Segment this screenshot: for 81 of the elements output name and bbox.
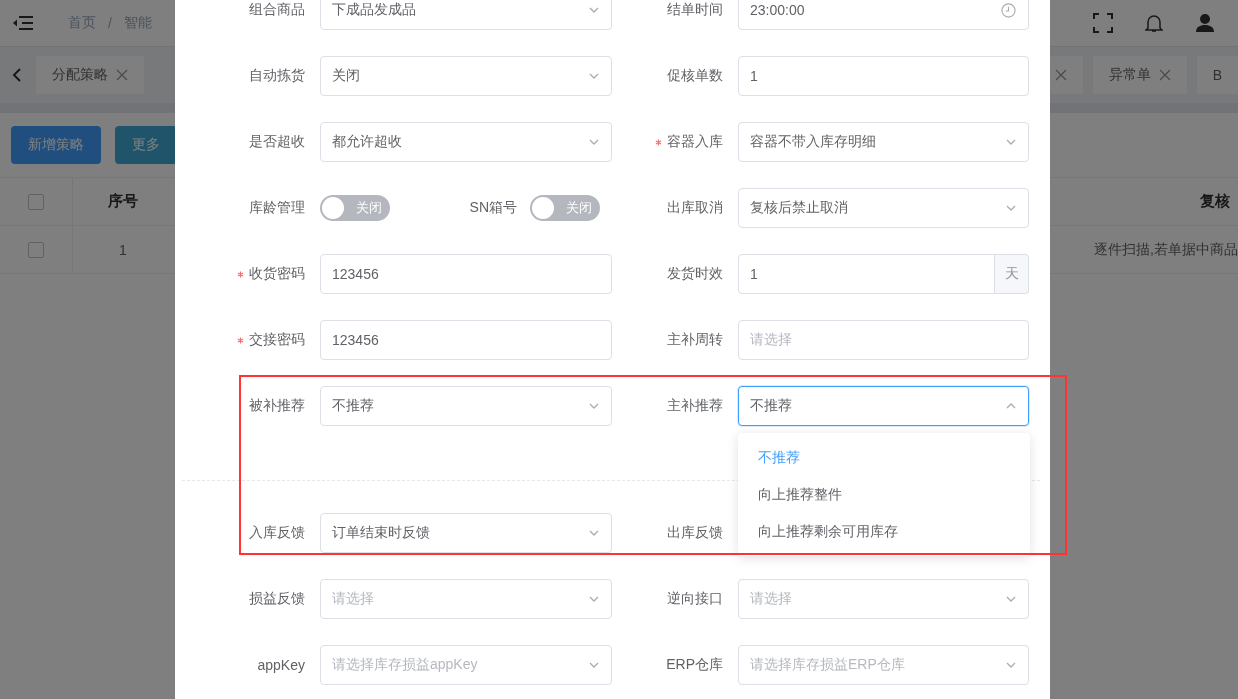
field-label: appKey: [257, 657, 305, 673]
caret-icon: [1006, 139, 1016, 145]
field-label: 是否超收: [249, 133, 305, 151]
breadcrumb-item[interactable]: /: [108, 15, 112, 31]
field-label: 自动拣货: [249, 67, 305, 85]
select-field[interactable]: 请选择库存损益appKey: [320, 645, 612, 685]
input-field[interactable]: 123456: [320, 254, 612, 294]
field-label: SN箱号: [469, 199, 517, 217]
field-label: 结单时间: [667, 1, 723, 19]
caret-icon: [1006, 596, 1016, 602]
required-icon: [237, 336, 244, 344]
column-header: 复核: [1200, 192, 1230, 211]
field-label: 出库取消: [667, 199, 723, 217]
select-field[interactable]: 复核后禁止取消: [738, 188, 1029, 228]
page-tab[interactable]: B: [1196, 56, 1238, 94]
table-cell: 1: [119, 241, 127, 258]
field-label: 损益反馈: [249, 590, 305, 608]
checkbox[interactable]: [28, 193, 44, 210]
user-icon[interactable]: [1195, 13, 1215, 33]
select-field[interactable]: 下成品发成品: [320, 0, 612, 30]
field-label: ERP仓库: [666, 656, 723, 674]
fullscreen-icon[interactable]: [1093, 13, 1113, 33]
field-label: 促核单数: [667, 67, 723, 85]
caret-icon: [589, 530, 599, 536]
close-icon[interactable]: [116, 69, 128, 81]
caret-icon: [589, 662, 599, 668]
field-label: 出库反馈: [667, 524, 723, 542]
field-label: 逆向接口: [667, 590, 723, 608]
field-label: 交接密码: [249, 331, 305, 349]
input-field[interactable]: 请选择: [738, 320, 1029, 360]
page-tab[interactable]: 分配策略: [36, 56, 144, 94]
select-field[interactable]: 订单结束时反馈: [320, 513, 612, 553]
menu-icon[interactable]: [12, 15, 34, 31]
select-field[interactable]: 都允许超收: [320, 122, 612, 162]
close-icon[interactable]: [1054, 69, 1067, 81]
unit-addon: 天: [995, 254, 1029, 294]
caret-icon: [1006, 403, 1016, 409]
caret-icon: [1006, 662, 1016, 668]
field-label: 发货时效: [667, 265, 723, 283]
dropdown-option[interactable]: 向上推荐剩余可用库存: [738, 513, 1030, 550]
close-icon[interactable]: [1158, 69, 1171, 81]
caret-icon: [1006, 205, 1016, 211]
field-label: 收货密码: [249, 265, 305, 283]
field-label: 被补推荐: [249, 397, 305, 415]
select-field[interactable]: 关闭: [320, 56, 612, 96]
select-field[interactable]: 请选择: [738, 579, 1029, 619]
checkbox[interactable]: [28, 241, 44, 258]
time-field[interactable]: 23:00:00: [738, 0, 1029, 30]
select-field[interactable]: 不推荐: [320, 386, 612, 426]
required-icon: [655, 138, 662, 146]
field-label: 入库反馈: [249, 524, 305, 542]
caret-icon: [589, 403, 599, 409]
field-label: 容器入库: [667, 133, 723, 151]
table-cell: 逐件扫描,若单据中商品: [1094, 240, 1238, 259]
clock-icon: [1001, 2, 1016, 18]
toggle-switch[interactable]: 关闭: [530, 195, 600, 221]
caret-icon: [589, 73, 599, 79]
select-field[interactable]: 容器不带入库存明细: [738, 122, 1029, 162]
column-header: 序号: [108, 192, 138, 211]
action-button[interactable]: 更多: [115, 126, 177, 164]
select-field[interactable]: 请选择: [320, 579, 612, 619]
input-field[interactable]: 123456: [320, 320, 612, 360]
dropdown-option[interactable]: 不推荐: [738, 439, 1030, 476]
toggle-switch[interactable]: 关闭: [320, 195, 390, 221]
field-label: 组合商品: [249, 1, 305, 19]
select-field[interactable]: 不推荐: [738, 386, 1029, 426]
input-field[interactable]: 1: [738, 56, 1029, 96]
page-tab[interactable]: 异常单: [1092, 56, 1187, 94]
required-icon: [237, 270, 244, 278]
caret-icon: [589, 139, 599, 145]
chevron-left-icon[interactable]: [12, 68, 22, 82]
field-label: 主补推荐: [667, 397, 723, 415]
select-field[interactable]: 请选择库存损益ERP仓库: [738, 645, 1029, 685]
field-label: 主补周转: [667, 331, 723, 349]
dropdown-option[interactable]: 向上推荐整件: [738, 476, 1030, 513]
caret-icon: [589, 596, 599, 602]
field-label: 库龄管理: [249, 199, 305, 217]
input-field[interactable]: 1: [738, 254, 995, 294]
caret-icon: [589, 7, 599, 13]
bell-icon[interactable]: [1145, 13, 1163, 33]
action-button[interactable]: 新增策略: [11, 126, 101, 164]
